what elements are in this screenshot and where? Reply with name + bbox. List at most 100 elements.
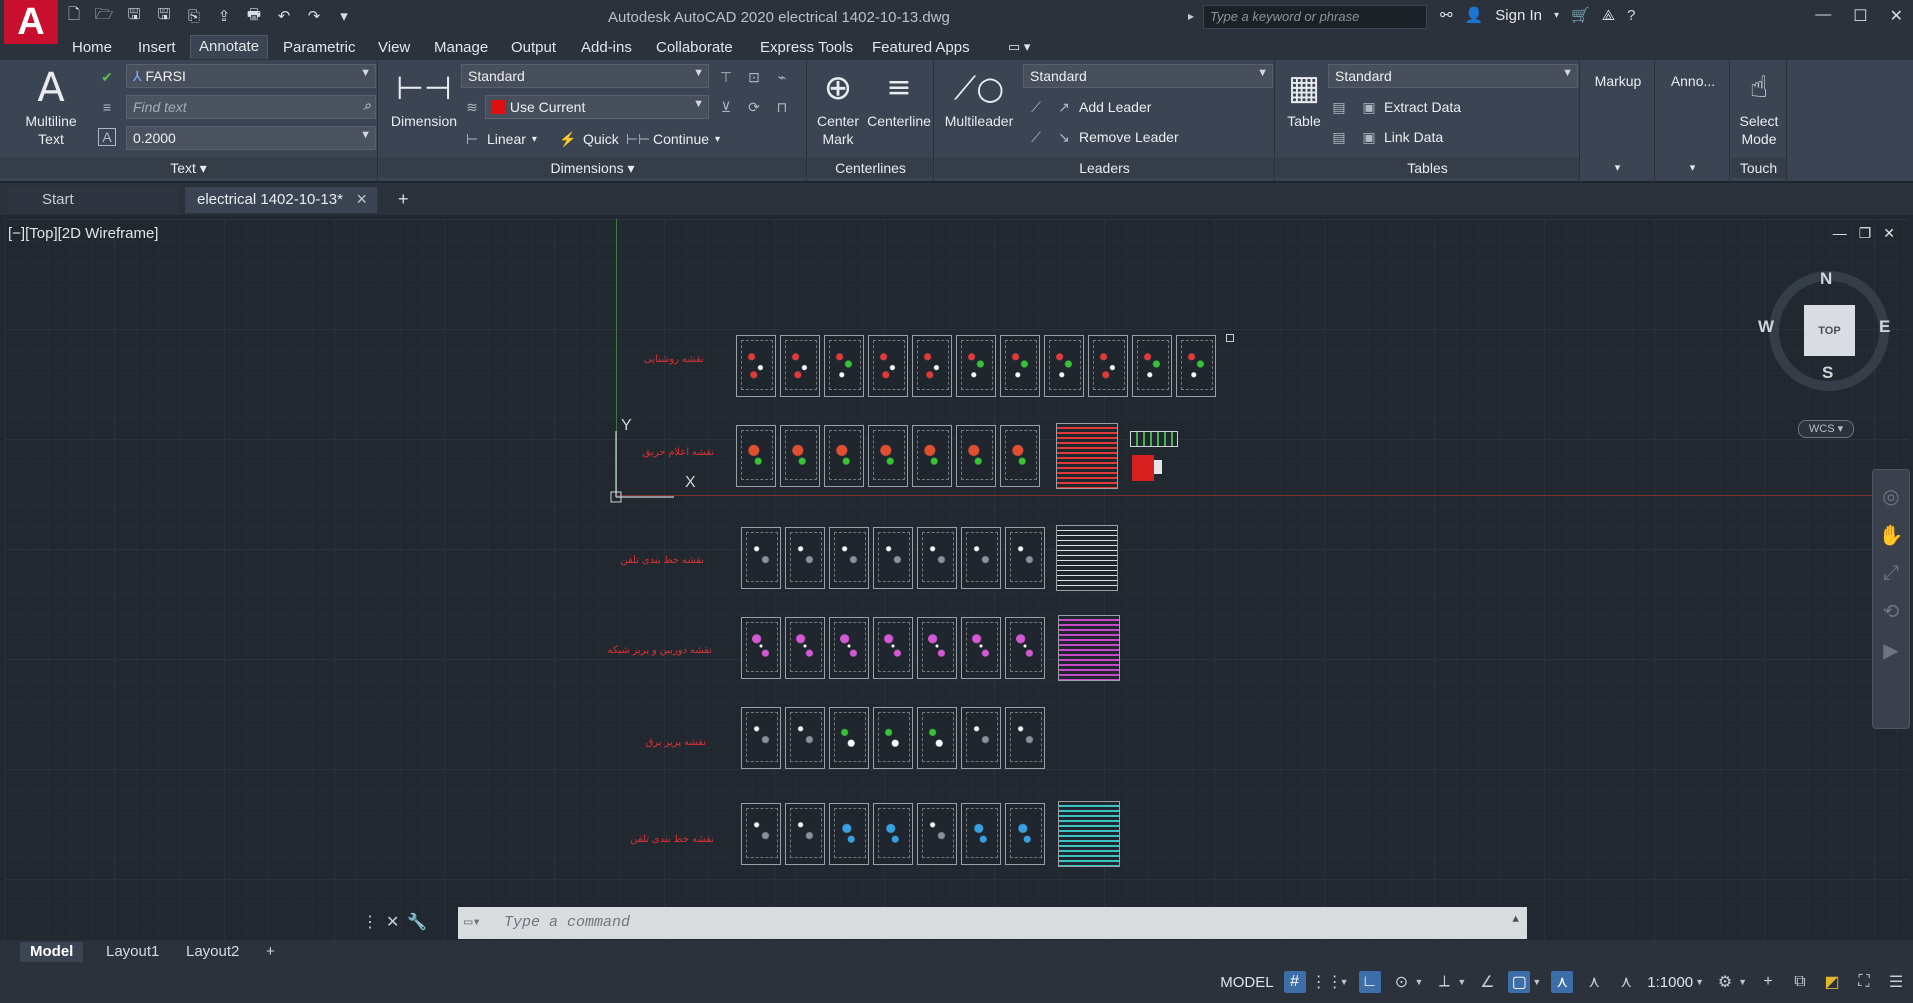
drawing-sheet[interactable] (824, 335, 864, 397)
drawing-sheet[interactable] (961, 617, 1001, 679)
drawing-sheet[interactable] (741, 617, 781, 679)
drawing-sheet[interactable] (1000, 425, 1040, 487)
viewcube-top-face[interactable]: TOP (1804, 305, 1855, 356)
drawing-sheet[interactable] (1044, 335, 1084, 397)
workspace-gear-icon[interactable]: ⚙ (1714, 971, 1736, 993)
drawing-sheet[interactable] (785, 617, 825, 679)
open-file-icon[interactable]: 🗁 (94, 6, 114, 26)
viewport-restore-icon[interactable]: ❐ (1859, 225, 1872, 242)
autocad-logo-button[interactable]: A (4, 0, 58, 44)
dim-break-icon[interactable]: ⊡ (745, 68, 763, 86)
markup-button[interactable]: Markup (1581, 72, 1655, 90)
find-text-input[interactable]: Find text ⌕ (126, 95, 376, 119)
network-riser-sheet[interactable] (1058, 615, 1120, 681)
object-snap-dropdown-icon[interactable]: ▼ (1532, 977, 1541, 987)
tab-featured-apps[interactable]: Featured Apps (864, 37, 978, 58)
command-input[interactable]: ▭▾ Type a command ▲ (458, 907, 1527, 939)
update-icon[interactable]: ⟳ (745, 98, 763, 116)
drawing-sheet[interactable] (736, 335, 776, 397)
drawing-sheet[interactable] (741, 707, 781, 769)
annotation-monitor-icon[interactable]: + (1757, 971, 1779, 993)
drawing-viewport[interactable]: [−][Top][2D Wireframe] — ❐ ✕ Y X نقشه رو… (4, 219, 1910, 941)
center-mark-button[interactable]: ⊕ Center Mark (808, 64, 868, 148)
tables-panel-label[interactable]: Tables (1276, 158, 1579, 178)
tab-insert[interactable]: Insert (130, 37, 184, 58)
text-height-input[interactable]: 0.2000 ▼ (126, 126, 376, 150)
riser-diagram-sheet[interactable] (1056, 423, 1118, 489)
maximize-icon[interactable]: ☐ (1853, 6, 1867, 26)
close-tab-icon[interactable]: × (356, 189, 367, 210)
drawing-sheet[interactable] (873, 617, 913, 679)
drawing-sheet[interactable] (956, 425, 996, 487)
search-icon[interactable]: ⌕ (363, 97, 371, 114)
ortho-icon[interactable]: ∟ (1358, 971, 1381, 993)
steering-wheel-icon[interactable]: ◎ (1873, 484, 1909, 509)
sign-in-dropdown-icon[interactable]: ▾ (1554, 10, 1559, 21)
multileader-button[interactable]: ⟋○ Multileader (935, 64, 1023, 130)
drawing-sheet[interactable] (1005, 617, 1045, 679)
drawing-sheet[interactable] (829, 707, 869, 769)
linear-dimension-button[interactable]: ⊢ Linear ▾ (463, 130, 537, 148)
table-style-dropdown[interactable]: Standard ▼ (1328, 64, 1578, 88)
close-icon[interactable]: ✕ (1890, 6, 1903, 26)
tab-manage[interactable]: Manage (426, 37, 496, 58)
pan-icon[interactable]: ✋ (1873, 523, 1909, 548)
tab-parametric[interactable]: Parametric (275, 37, 364, 58)
fire-panel-detail[interactable] (1154, 460, 1162, 474)
dimensions-panel-label[interactable]: Dimensions ▾ (379, 158, 806, 178)
drawing-sheet[interactable] (917, 617, 957, 679)
continue-dimension-button[interactable]: ⊢⊢ Continue ▾ (626, 130, 720, 148)
text-panel-label[interactable]: Text ▾ (0, 158, 377, 178)
open-web-icon[interactable]: ⎘ (184, 6, 204, 26)
minimize-icon[interactable]: — (1815, 6, 1831, 26)
viewcube-north[interactable]: N (1820, 269, 1832, 289)
tab-home[interactable]: Home (64, 37, 120, 58)
isometric-icon[interactable]: ⟂ (1433, 971, 1455, 993)
dim-layer-dropdown[interactable]: Use Current ▼ (485, 95, 709, 119)
dim-space-icon[interactable]: ⊤ (717, 68, 735, 86)
object-snap-icon[interactable]: ▢ (1508, 971, 1531, 993)
tab-start[interactable]: Start (8, 187, 178, 213)
reassociate-icon[interactable]: ⊓ (773, 98, 791, 116)
close-command-line-icon[interactable]: ✕ (386, 912, 399, 932)
grid-icon[interactable]: # (1283, 971, 1306, 993)
dimension-button[interactable]: ⊢⊣ Dimension (383, 64, 465, 130)
markup-expand-icon[interactable]: ▾ (1581, 161, 1654, 174)
snap-dropdown-icon[interactable]: ▼ (1340, 977, 1349, 987)
isolate-objects-icon[interactable]: ◩ (1821, 971, 1843, 993)
text-style-dropdown[interactable]: ⅄ FARSI ▼ (126, 64, 376, 88)
drawing-sheet[interactable] (785, 527, 825, 589)
table-cell-icon[interactable]: ▤ (1330, 98, 1348, 116)
quick-dimension-button[interactable]: ⚡ Quick (559, 130, 619, 148)
drawing-sheet[interactable] (912, 335, 952, 397)
fire-panel-block[interactable] (1132, 455, 1154, 481)
drawing-sheet[interactable] (956, 335, 996, 397)
telephone-riser-sheet[interactable] (1056, 525, 1118, 591)
drag-handle-icon[interactable]: ⋮ (362, 912, 378, 932)
drawing-sheet[interactable] (1005, 707, 1045, 769)
viewport-minimize-icon[interactable]: — (1833, 225, 1847, 242)
plot-icon[interactable]: 🖶 (244, 6, 264, 26)
tab-layout1[interactable]: Layout1 (96, 942, 169, 962)
drawing-sheet[interactable] (736, 425, 776, 487)
link-data-button[interactable]: ▣ Link Data (1360, 128, 1443, 146)
tab-view[interactable]: View (370, 37, 418, 58)
centerline-button[interactable]: ≡ Centerline (860, 64, 938, 130)
customize-qat-icon[interactable]: ▾ (334, 6, 354, 26)
table-button[interactable]: ▦ Table (1278, 64, 1330, 130)
drawing-sheet[interactable] (1005, 803, 1045, 865)
polar-dropdown-icon[interactable]: ▼ (1415, 977, 1424, 987)
drawing-sheet[interactable] (917, 527, 957, 589)
drawing-sheet[interactable] (829, 527, 869, 589)
add-leader-button[interactable]: ↗ Add Leader (1055, 98, 1151, 116)
drawing-sheet[interactable] (741, 527, 781, 589)
select-mode-button[interactable]: ☝ Select Mode (1731, 64, 1787, 148)
drawing-sheet[interactable] (1000, 335, 1040, 397)
drawing-sheet[interactable] (785, 707, 825, 769)
polar-tracking-icon[interactable]: ⊙ (1391, 971, 1413, 993)
scale-dropdown-icon[interactable]: ▼ (1695, 977, 1704, 987)
help-icon[interactable]: ? (1627, 7, 1635, 24)
drawing-sheet[interactable] (1005, 527, 1045, 589)
leaders-panel-label[interactable]: Leaders (935, 158, 1274, 178)
annotation-visibility-icon[interactable]: ⋏ (1551, 971, 1574, 993)
